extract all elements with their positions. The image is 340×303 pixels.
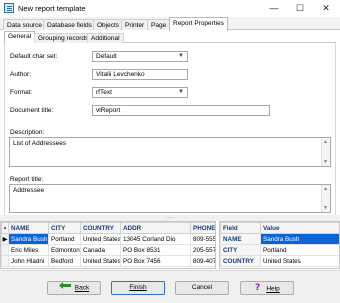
table-row[interactable]: COUNTRY United States — [220, 255, 339, 267]
doctitle-field[interactable]: vlReport — [92, 105, 270, 116]
format-value: rfText — [96, 89, 112, 96]
table-cell[interactable]: 13045 Corland Dio — [120, 233, 191, 245]
description-memo[interactable]: List of Addressees ▲ ▼ — [9, 137, 331, 167]
record-value[interactable]: United States — [260, 255, 339, 267]
general-panel: Default char set: Default ▼ Author: Vita… — [4, 43, 336, 215]
reporttitle-text: Addressee — [13, 187, 45, 194]
subtab-grouping-records[interactable]: Grouping records — [34, 33, 93, 43]
table-cell[interactable]: Portland — [48, 233, 81, 245]
format-label: Format: — [10, 89, 33, 96]
table-cell[interactable]: 809-407-46 — [190, 255, 215, 267]
reporttitle-scrollbar[interactable]: ▲ ▼ — [321, 185, 330, 212]
description-scrollbar[interactable]: ▲ ▼ — [321, 138, 330, 166]
main-tabs: Data source Database fields Objects Prin… — [0, 17, 340, 31]
reporttitle-memo[interactable]: Addressee ▲ ▼ — [9, 184, 331, 213]
help-label: Help — [266, 285, 280, 293]
description-label: Description: — [10, 129, 45, 136]
charset-label: Default char set: — [10, 53, 58, 60]
table-cell[interactable]: PO Box 8531 — [120, 244, 191, 256]
svg-text:?: ? — [255, 283, 260, 291]
cancel-button[interactable]: Cancel — [175, 281, 229, 295]
table-cell[interactable]: Sandra Bush — [8, 233, 49, 245]
tab-database-fields[interactable]: Database fields — [43, 19, 96, 30]
grid-col-header[interactable]: ADDR — [120, 222, 191, 234]
grid-col-header[interactable]: COUNTRY — [80, 222, 121, 234]
table-cell[interactable]: United States — [80, 233, 121, 245]
subtab-additional[interactable]: Additional — [87, 33, 124, 43]
format-select[interactable]: rfText ▼ — [92, 87, 188, 98]
record-value[interactable]: Sandra Bush — [260, 233, 339, 245]
data-grid[interactable]: ▪ NAME CITY COUNTRY ADDR PHONE ▶ Sandra … — [0, 221, 216, 269]
reporttitle-label: Report title: — [10, 176, 44, 183]
help-button[interactable]: ? Help — [240, 281, 294, 295]
close-button[interactable]: ✕ — [315, 2, 337, 15]
description-text: List of Addressees — [13, 140, 67, 147]
table-row[interactable]: ▶ Sandra Bush Portland United States 130… — [1, 233, 215, 245]
chevron-down-icon: ▼ — [178, 89, 184, 95]
record-header-row: Field Value — [220, 222, 339, 234]
table-cell[interactable]: Eric Miles — [8, 244, 49, 256]
charset-value: Default — [96, 53, 117, 60]
record-value[interactable]: Portland — [260, 244, 339, 256]
table-row[interactable]: CITY Portland — [220, 244, 339, 256]
record-col-header[interactable]: Value — [260, 222, 339, 234]
table-cell[interactable]: 809-555-12 — [190, 233, 215, 245]
back-label: Back — [74, 284, 90, 292]
back-button[interactable]: Back — [47, 281, 101, 295]
record-col-header[interactable]: Field — [220, 222, 261, 234]
author-field[interactable]: Vitalii Levchenko — [92, 69, 188, 80]
table-row[interactable]: John Hladni Bedford United States PO Box… — [1, 255, 215, 267]
tab-printer[interactable]: Printer — [121, 19, 149, 30]
table-cell[interactable]: Edmonton — [48, 244, 81, 256]
tab-report-properties[interactable]: Report Properties — [169, 17, 228, 31]
author-label: Author: — [10, 71, 31, 78]
cancel-label: Cancel — [191, 284, 213, 291]
finish-label: Finish — [129, 284, 147, 291]
table-cell[interactable]: United States — [80, 255, 121, 267]
tab-page[interactable]: Page — [147, 19, 171, 30]
arrow-left-icon — [58, 282, 71, 294]
row-indicator — [1, 244, 9, 256]
table-cell[interactable]: Canada — [80, 244, 121, 256]
charset-select[interactable]: Default ▼ — [92, 51, 188, 62]
minimize-button[interactable]: — — [263, 2, 285, 15]
grid-col-header[interactable]: CITY — [48, 222, 81, 234]
current-row-indicator-icon: ▶ — [1, 233, 9, 245]
table-row[interactable]: Eric Miles Edmonton Canada PO Box 8531 2… — [1, 244, 215, 256]
grid-col-header[interactable]: PHONE — [190, 222, 215, 234]
finish-button[interactable]: Finish — [111, 281, 165, 295]
tab-objects[interactable]: Objects — [93, 19, 124, 30]
record-field: CITY — [220, 244, 261, 256]
record-field: COUNTRY — [220, 255, 261, 267]
title-bar: New report template — ☐ ✕ — [0, 0, 340, 17]
grid-header-row: ▪ NAME CITY COUNTRY ADDR PHONE — [1, 222, 215, 234]
grid-col-header[interactable]: NAME — [8, 222, 49, 234]
sub-tabs: General Grouping records Additional — [4, 31, 336, 44]
table-cell[interactable]: Bedford — [48, 255, 81, 267]
app-icon — [4, 3, 14, 13]
grid-indicator-header: ▪ — [1, 222, 9, 234]
record-grid[interactable]: Field Value NAME Sandra Bush CITY Portla… — [219, 221, 340, 269]
row-indicator — [1, 255, 9, 267]
chevron-down-icon: ▼ — [178, 53, 184, 59]
doctitle-label: Document title: — [10, 107, 54, 114]
button-bar: Back Finish Cancel ? Help — [0, 270, 340, 303]
help-icon: ? — [254, 282, 262, 296]
table-row[interactable]: NAME Sandra Bush — [220, 233, 339, 245]
table-cell[interactable]: PO Box 7456 — [120, 255, 191, 267]
record-field: NAME — [220, 233, 261, 245]
window-title: New report template — [18, 4, 86, 13]
table-cell[interactable]: John Hladni — [8, 255, 49, 267]
tab-data-source[interactable]: Data source — [3, 19, 47, 30]
maximize-button[interactable]: ☐ — [289, 2, 311, 15]
table-cell[interactable]: 205-557-71 — [190, 244, 215, 256]
